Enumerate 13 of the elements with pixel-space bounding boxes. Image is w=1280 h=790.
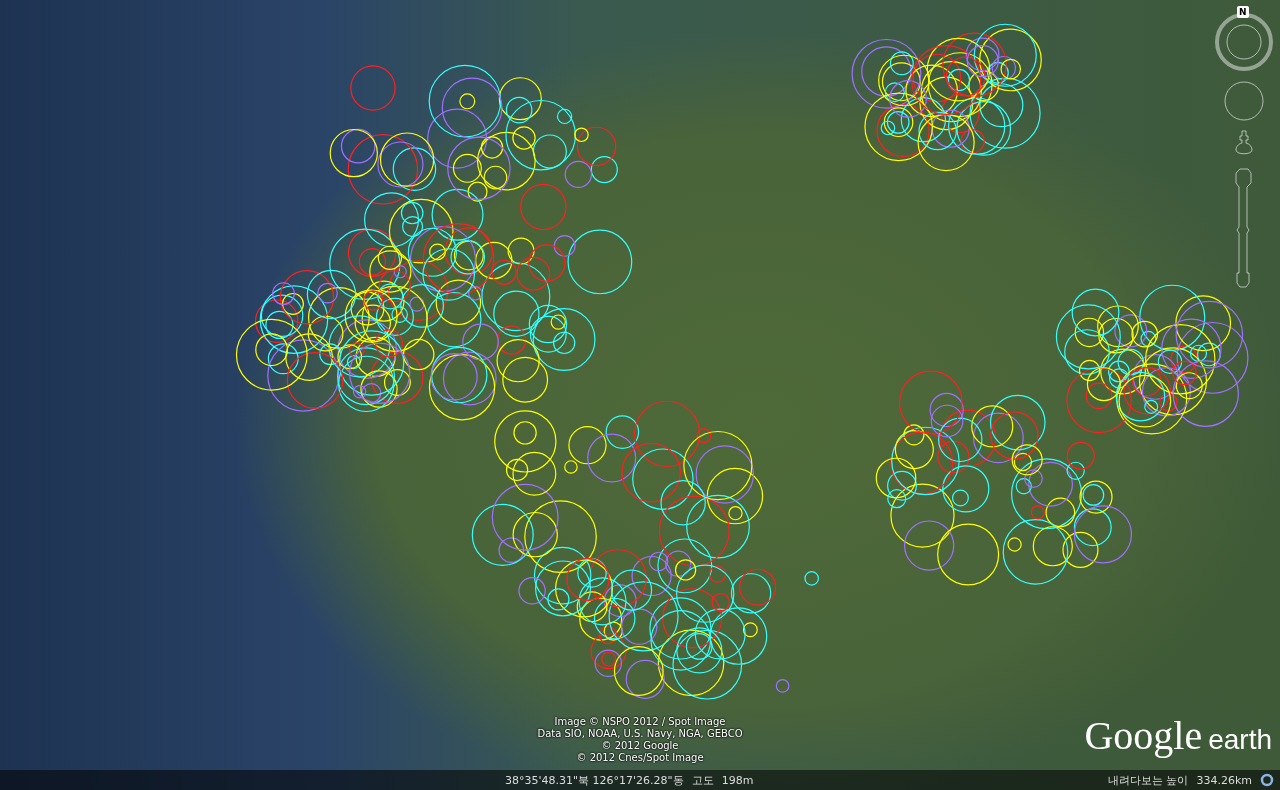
elevation-label: 고도	[691, 772, 714, 788]
logo-wordmark: Google	[1084, 712, 1203, 759]
loading-ring-icon	[1260, 773, 1274, 787]
eye-altitude-value: 334.26km	[1196, 773, 1252, 787]
north-label[interactable]: N	[1237, 6, 1249, 18]
elevation-value: 198m	[721, 773, 754, 787]
satellite-map[interactable]	[0, 0, 1280, 790]
coordinates-text: 38°35'48.31"북 126°17'26.28"동	[505, 772, 684, 788]
attribution-text: Image © NSPO 2012 / Spot Image Data SIO, NOAA, U.S. Navy, NGA, GEBCO © 2012 Google © 2012 Cnes/Spot Image	[536, 716, 744, 764]
zoom-slider-icon[interactable]	[1235, 168, 1253, 288]
pan-control-icon[interactable]	[1223, 80, 1265, 122]
eye-altitude-label: 내려다보는 높이	[1107, 772, 1189, 788]
logo-product-name: earth	[1208, 724, 1272, 756]
